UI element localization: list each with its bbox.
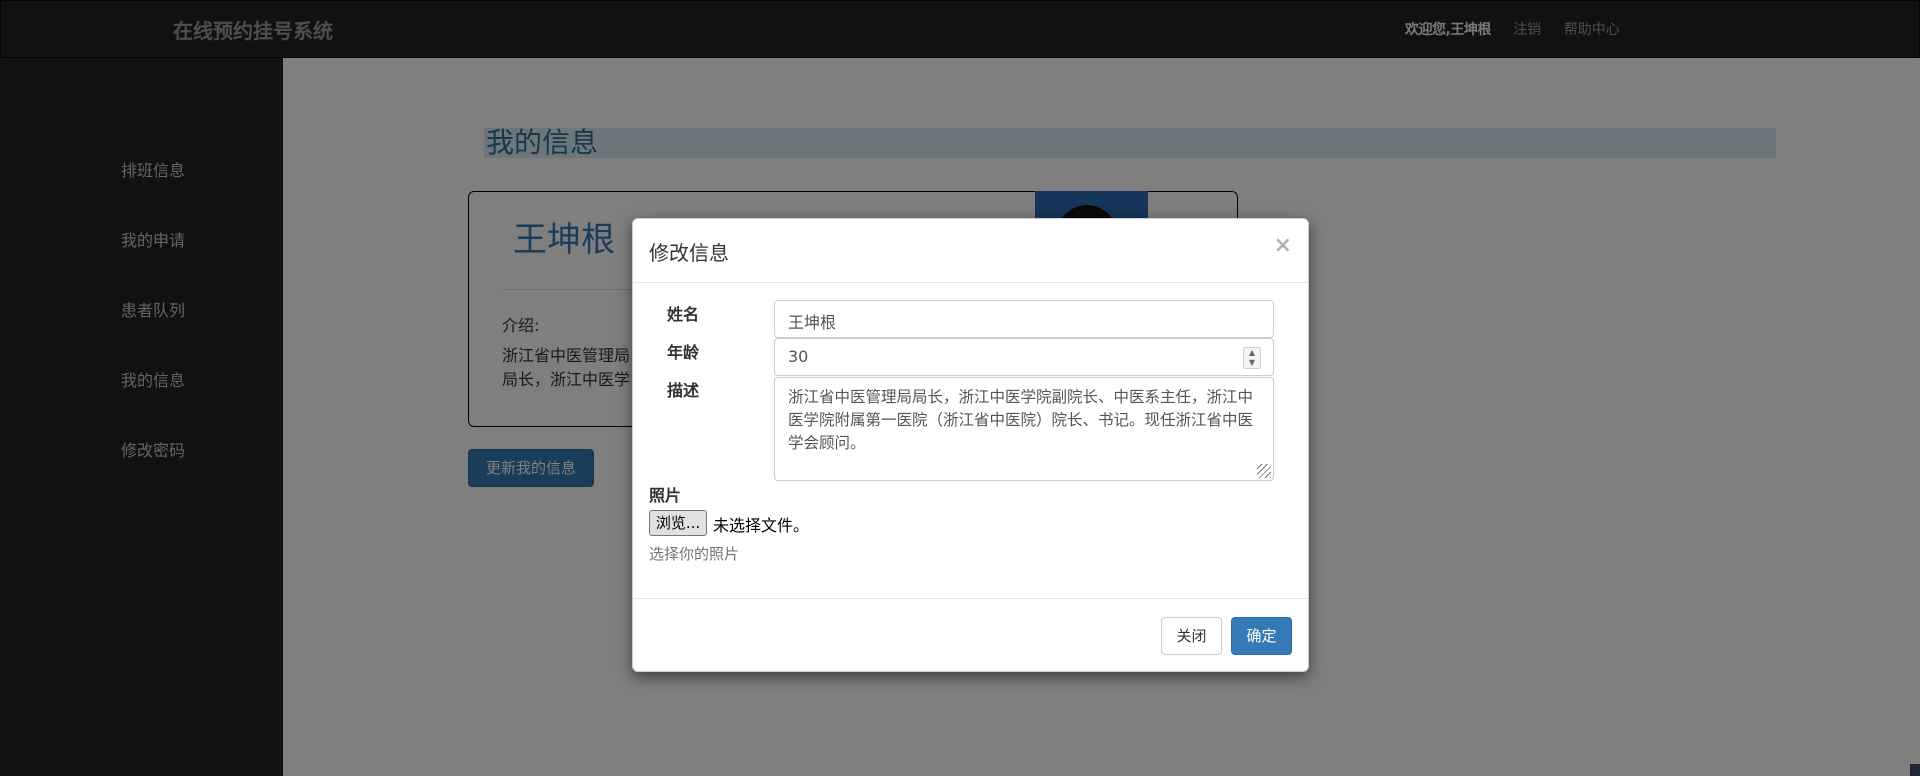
- description-value: 浙江省中医管理局局长，浙江中医学院副院长、中医系主任，浙江中医学院附属第一医院（…: [788, 388, 1254, 452]
- no-file-selected-text: 未选择文件。: [713, 516, 810, 535]
- modal-header: 修改信息 ×: [633, 219, 1308, 283]
- modal-footer-divider: [633, 598, 1308, 599]
- photo-label: 照片: [649, 486, 682, 505]
- resize-handle-icon[interactable]: [1257, 464, 1271, 478]
- age-label: 年龄: [667, 343, 700, 362]
- close-button[interactable]: 关闭: [1161, 617, 1222, 655]
- confirm-button[interactable]: 确定: [1231, 617, 1292, 655]
- description-label: 描述: [667, 381, 700, 400]
- browse-file-button[interactable]: 浏览...: [649, 510, 707, 536]
- edit-info-modal: 修改信息 × 姓名 王坤根 年龄 30 ▲ ▼ 描述 浙江省中医管理局局长，浙江中…: [632, 218, 1309, 672]
- photo-help-text: 选择你的照片: [649, 545, 740, 563]
- age-input[interactable]: 30 ▲ ▼: [774, 338, 1274, 376]
- number-spinner[interactable]: ▲ ▼: [1243, 347, 1261, 369]
- description-textarea[interactable]: 浙江省中医管理局局长，浙江中医学院副院长、中医系主任，浙江中医学院附属第一医院（…: [774, 377, 1274, 481]
- modal-title: 修改信息: [649, 241, 729, 265]
- age-value: 30: [788, 347, 809, 366]
- close-icon[interactable]: ×: [1274, 233, 1292, 258]
- name-label: 姓名: [667, 305, 700, 324]
- name-input[interactable]: 王坤根: [774, 300, 1274, 338]
